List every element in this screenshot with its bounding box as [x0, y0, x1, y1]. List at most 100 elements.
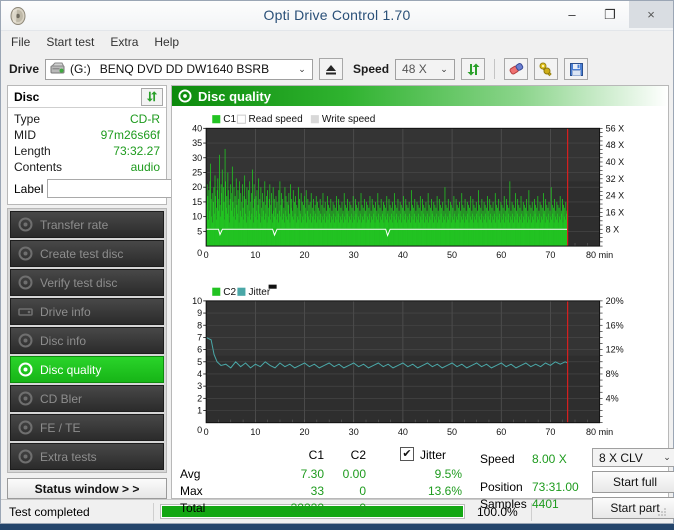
toolbar-separator — [494, 59, 496, 79]
minimize-button[interactable]: – — [553, 1, 591, 28]
disc-field-type-key: Type — [14, 112, 41, 126]
svg-text:0: 0 — [197, 425, 202, 435]
menu-item-file[interactable]: File — [11, 35, 30, 49]
samples-label: Samples — [480, 497, 527, 512]
svg-text:10: 10 — [192, 296, 202, 306]
drive-name: BENQ DVD DD DW1640 BSRB — [99, 62, 270, 76]
menu-item-help[interactable]: Help — [154, 35, 179, 49]
sidebar-item-transfer-rate[interactable]: Transfer rate — [10, 211, 164, 238]
refresh-drive-button[interactable] — [461, 58, 486, 80]
svg-text:3: 3 — [197, 381, 202, 391]
sidebar-item-drive-info[interactable]: Drive info — [10, 298, 164, 325]
svg-text:80 min: 80 min — [586, 427, 613, 437]
svg-text:56 X: 56 X — [606, 123, 625, 133]
svg-text:9: 9 — [197, 308, 202, 318]
status-window-button[interactable]: Status window > > — [7, 478, 167, 499]
drive-info-icon — [18, 304, 33, 319]
svg-text:16 X: 16 X — [606, 207, 625, 217]
sidebar-item-fe-te[interactable]: FE / TE — [10, 414, 164, 441]
chevron-down-icon[interactable]: ⌄ — [438, 64, 454, 75]
svg-text:10: 10 — [250, 427, 260, 437]
drive-select[interactable]: (G:) BENQ DVD DD DW1640 BSRB ⌄ — [45, 58, 314, 80]
results-avg-c2: 0.00 — [342, 467, 366, 482]
results-col-jitter: Jitter — [420, 448, 447, 463]
refresh-icon — [146, 91, 158, 102]
disc-field-mid-value: 97m26s66f — [100, 128, 160, 142]
menu-item-extra[interactable]: Extra — [110, 35, 138, 49]
disc-field-contents: Contents audio — [14, 159, 160, 175]
disc-quality-header: Disc quality — [172, 86, 668, 106]
svg-text:30: 30 — [349, 250, 359, 260]
drive-letter: (G:) — [70, 62, 91, 76]
results-col-c2: C2 — [350, 448, 366, 463]
svg-text:4%: 4% — [606, 393, 619, 403]
tools-button[interactable] — [534, 58, 559, 80]
menu-item-start-test[interactable]: Start test — [46, 35, 94, 49]
test-speed-select[interactable]: 8 X CLV ⌄ — [592, 448, 674, 468]
svg-text:5: 5 — [197, 226, 202, 236]
svg-text:8%: 8% — [606, 369, 619, 379]
erase-disc-button[interactable] — [504, 58, 529, 80]
erase-disc-icon — [509, 62, 523, 74]
svg-text:10: 10 — [192, 212, 202, 222]
resize-grip-icon[interactable] — [656, 506, 668, 518]
sidebar-item-extra-tests[interactable]: Extra tests — [10, 443, 164, 470]
quality-charts[interactable]: 51015202530354008 X16 X24 X32 X40 X48 X5… — [172, 106, 668, 446]
drive-icon — [50, 62, 65, 76]
save-button[interactable] — [564, 58, 589, 80]
sidebar-item-disc-info[interactable]: Disc info — [10, 327, 164, 354]
sidebar-item-verify-test-disc[interactable]: Verify test disc — [10, 269, 164, 296]
samples-value: 4401 — [532, 497, 559, 512]
svg-text:C2: C2 — [223, 287, 236, 298]
start-full-button[interactable]: Start full — [592, 471, 674, 494]
disc-verify-icon — [18, 275, 33, 290]
close-button[interactable]: × — [629, 1, 673, 28]
eject-button[interactable] — [319, 58, 344, 80]
app-window: Opti Drive Control 1.70 – ❐ × File Start… — [0, 0, 674, 524]
disc-panel-header: Disc — [8, 86, 166, 108]
charts-area: 5 10 15 20 25 30 35 40 0 8 X 16 X 24 X 32 X 40 X 48 X5… — [172, 106, 668, 446]
maximize-button[interactable]: ❐ — [591, 1, 629, 28]
main-body: Disc Type CD-R MID 97m26s66f Length 73:3… — [1, 85, 674, 520]
results-max-c2: 0 — [359, 484, 366, 499]
svg-text:Jitter: Jitter — [248, 287, 270, 298]
results-avg-c1: 7.30 — [300, 467, 324, 482]
svg-text:60: 60 — [496, 250, 506, 260]
speed-result-label: Speed — [480, 452, 515, 467]
chevron-down-icon[interactable]: ⌄ — [296, 64, 312, 75]
sidebar-item-disc-quality[interactable]: Disc quality — [10, 356, 164, 383]
results-row-total-label: Total — [180, 501, 206, 516]
svg-text:80 min: 80 min — [586, 250, 613, 260]
speed-select[interactable]: 48 X ⌄ — [395, 58, 456, 80]
disc-refresh-button[interactable] — [141, 87, 163, 106]
speed-value: 48 X — [402, 62, 427, 76]
svg-text:10: 10 — [250, 250, 260, 260]
disc-panel-title: Disc — [14, 89, 40, 104]
results-table: C1 C2 ✔ Jitter Avg 7.30 0.00 9.5% Max 33… — [172, 446, 472, 526]
svg-text:0: 0 — [204, 250, 209, 260]
sidebar-item-label: FE / TE — [40, 420, 81, 435]
svg-text:Write speed: Write speed — [322, 114, 375, 125]
disc-field-contents-key: Contents — [14, 160, 63, 174]
disc-field-type-value: CD-R — [130, 112, 160, 126]
disc-panel-body: Type CD-R MID 97m26s66f Length 73:32.27 … — [8, 108, 220, 204]
sidebar-item-cd-bler[interactable]: CD Bler — [10, 385, 164, 412]
svg-text:8 X: 8 X — [606, 224, 620, 234]
refresh-icon — [467, 63, 480, 75]
svg-text:20%: 20% — [606, 296, 624, 306]
svg-text:40: 40 — [192, 123, 202, 133]
disc-quality-panel: Disc quality 5 10 15 20 25 30 35 40 0 8 X 16 X 24 X… — [171, 85, 674, 520]
chevron-down-icon[interactable]: ⌄ — [661, 452, 674, 463]
sidebar-item-create-test-disc[interactable]: Create test disc — [10, 240, 164, 267]
results-col-c1: C1 — [308, 448, 324, 463]
window-controls: – ❐ × — [553, 1, 673, 28]
jitter-checkbox[interactable]: ✔ — [400, 447, 414, 462]
save-icon — [569, 62, 583, 76]
results-area: C1 C2 ✔ Jitter Avg 7.30 0.00 9.5% Max 33… — [172, 446, 674, 526]
disc-test-icon — [18, 217, 33, 232]
disc-info-icon — [18, 333, 33, 348]
position-label: Position — [480, 480, 523, 495]
svg-text:16%: 16% — [606, 320, 624, 330]
svg-text:32 X: 32 X — [606, 174, 625, 184]
svg-text:5: 5 — [197, 357, 202, 367]
